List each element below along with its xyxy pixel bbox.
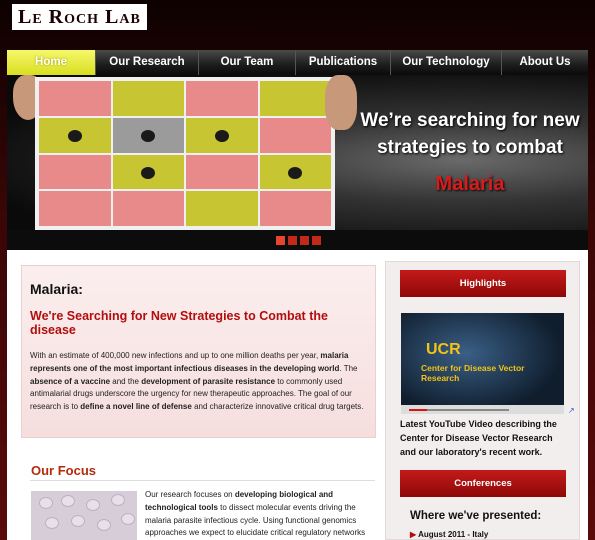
video-caption: Center for Disease Vector Research — [421, 363, 525, 383]
intro-body: With an estimate of 400,000 new infectio… — [30, 350, 370, 414]
nav-item-our-research[interactable]: Our Research — [96, 50, 199, 75]
banner-headline-line2: strategies to combat — [377, 137, 563, 158]
conferences-button[interactable]: Conferences — [400, 470, 566, 497]
slider-dot[interactable] — [288, 236, 297, 245]
focus-body: Our research focuses on developing biolo… — [145, 489, 375, 540]
intro-heading: Malaria: — [30, 281, 83, 297]
video-progress-bar[interactable] — [409, 409, 509, 411]
highlights-button[interactable]: Highlights — [400, 270, 566, 297]
nav-item-home[interactable]: Home — [7, 50, 96, 75]
youtube-video-player[interactable]: UCR Center for Disease Vector Research — [401, 313, 564, 414]
site-title[interactable]: Le Roch Lab — [12, 4, 147, 30]
focus-image — [31, 491, 137, 540]
text-segment: absence of a vaccine — [30, 376, 111, 386]
slider-dot[interactable] — [312, 236, 321, 245]
video-logo: UCR — [426, 341, 461, 358]
video-progress-fill — [409, 409, 427, 411]
slider-dot[interactable] — [300, 236, 309, 245]
bullet-arrow-icon: ▶ — [410, 530, 419, 539]
microscopy-sheet-image — [35, 77, 335, 230]
focus-heading: Our Focus — [31, 463, 97, 478]
text-segment: Our research focuses on — [145, 490, 235, 499]
conference-item-label: August 2011 - Italy — [418, 530, 489, 539]
banner-headline: We’re searching for new strategies to co… — [352, 107, 588, 161]
hero-banner[interactable]: We’re searching for new strategies to co… — [7, 75, 588, 230]
video-description: Latest YouTube Video describing the Cent… — [400, 419, 557, 457]
main-nav: Home Our Research Our Team Publications … — [7, 50, 588, 75]
text-segment: and the — [110, 376, 142, 386]
conference-item[interactable]: ▶ August 2011 - Italy — [410, 530, 488, 539]
slider-dot[interactable] — [276, 236, 285, 245]
text-segment: development of parasite resistance — [141, 376, 276, 386]
intro-subheading: We're Searching for New Strategies to Co… — [30, 309, 328, 337]
text-segment: With an estimate of 400,000 new infectio… — [30, 351, 321, 360]
nav-item-our-technology[interactable]: Our Technology — [391, 50, 502, 75]
banner-accent-word: Malaria — [435, 173, 505, 195]
video-controls[interactable] — [401, 405, 564, 414]
nav-item-about-us[interactable]: About Us — [502, 50, 588, 75]
banner-headline-line1: We’re searching for new — [360, 110, 580, 131]
where-heading: Where we've presented: — [410, 510, 542, 522]
nav-item-our-team[interactable]: Our Team — [199, 50, 296, 75]
slider-bar — [7, 230, 588, 250]
text-segment: . The — [339, 363, 358, 373]
nav-item-publications[interactable]: Publications — [296, 50, 391, 75]
text-segment: define a novel line of defense — [80, 402, 192, 412]
text-segment: and characterize innovative critical dru… — [191, 402, 364, 412]
focus-divider — [30, 480, 375, 481]
external-link-icon[interactable]: ↗ — [568, 406, 575, 415]
